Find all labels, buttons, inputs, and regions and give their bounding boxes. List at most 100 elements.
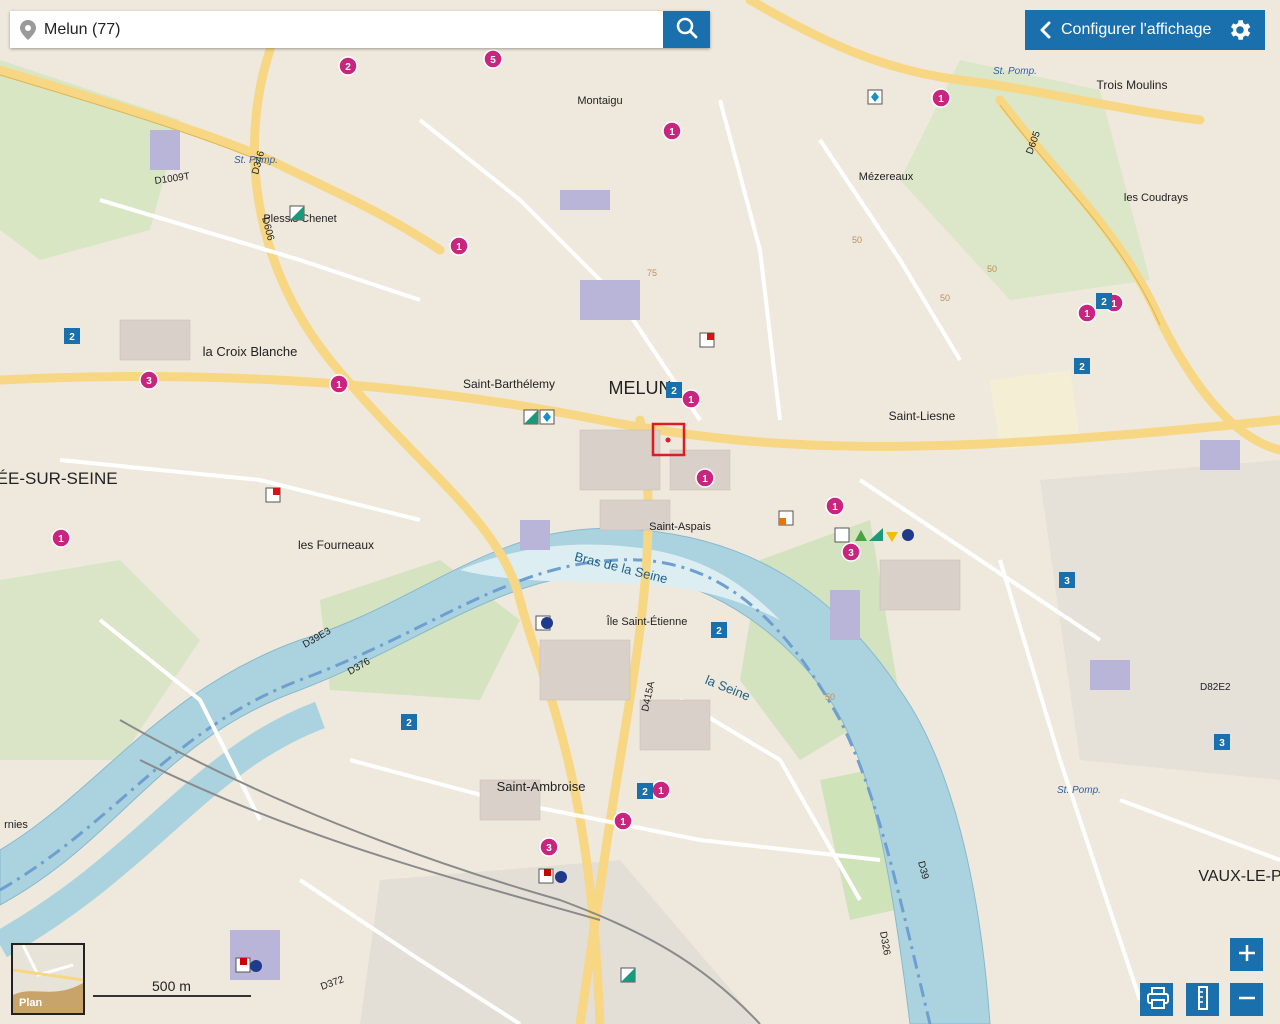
poi-marker[interactable]: 3 xyxy=(841,542,861,562)
place-label: les Coudrays xyxy=(1124,192,1189,204)
poi-square-marker[interactable]: 2 xyxy=(1074,358,1090,374)
gear-icon xyxy=(1231,20,1251,40)
poi-marker[interactable]: 3 xyxy=(139,370,159,390)
svg-text:2: 2 xyxy=(1101,297,1107,308)
configure-display-button[interactable]: Configurer l'affichage xyxy=(1025,10,1265,50)
industrial-area xyxy=(1040,460,1280,780)
search-button[interactable] xyxy=(663,11,710,48)
svg-text:1: 1 xyxy=(1084,309,1090,320)
poi-marker[interactable]: 1 xyxy=(662,121,682,141)
zoom-in-button[interactable] xyxy=(1230,938,1263,971)
svg-text:50: 50 xyxy=(940,293,950,303)
map-canvas[interactable]: MELUN Saint-Barthélemy la Croix Blanche … xyxy=(0,0,1280,1024)
location-pin-icon xyxy=(20,20,36,40)
zoom-out-button[interactable] xyxy=(1230,983,1263,1016)
poi-marker[interactable]: 1 xyxy=(613,811,633,831)
poi-marker[interactable]: 1 xyxy=(695,468,715,488)
svg-text:1: 1 xyxy=(938,94,944,105)
poi-marker[interactable]: 1 xyxy=(1077,303,1097,323)
poi-square-marker[interactable]: 3 xyxy=(1214,734,1230,750)
search-input[interactable] xyxy=(40,11,668,48)
svg-text:2: 2 xyxy=(345,62,351,73)
service-icon-cluster[interactable] xyxy=(867,89,883,105)
svg-text:2: 2 xyxy=(642,787,648,798)
printer-icon xyxy=(1147,987,1169,1009)
ruler-icon xyxy=(1197,986,1208,1010)
svg-text:2: 2 xyxy=(69,332,75,343)
svg-text:1: 1 xyxy=(620,817,626,828)
poi-marker[interactable]: 1 xyxy=(825,496,845,516)
service-icon-cluster[interactable] xyxy=(265,487,281,503)
svg-text:1: 1 xyxy=(658,786,664,797)
poi-marker[interactable]: 1 xyxy=(931,88,951,108)
service-icon-cluster[interactable] xyxy=(778,510,794,526)
scale-bar xyxy=(93,995,251,997)
svg-text:3: 3 xyxy=(146,376,152,387)
poi-square-marker[interactable]: 3 xyxy=(1059,572,1075,588)
transit-stop-label: St. Pomp. xyxy=(993,66,1037,77)
svg-text:1: 1 xyxy=(456,242,462,253)
configure-display-label: Configurer l'affichage xyxy=(1061,21,1212,38)
service-icon-cluster[interactable] xyxy=(289,205,305,221)
service-icon-cluster[interactable] xyxy=(620,967,636,983)
minus-icon xyxy=(1238,996,1255,1000)
svg-text:3: 3 xyxy=(1064,576,1070,587)
place-label-melun: MELUN xyxy=(608,378,671,398)
svg-text:1: 1 xyxy=(832,502,838,513)
poi-square-marker[interactable]: 2 xyxy=(64,328,80,344)
road-label: D82E2 xyxy=(1200,682,1231,693)
poi-marker[interactable]: 1 xyxy=(449,236,469,256)
search-bar xyxy=(10,11,710,48)
svg-text:2: 2 xyxy=(716,626,722,637)
poi-marker[interactable]: 1 xyxy=(51,528,71,548)
svg-text:1: 1 xyxy=(669,127,675,138)
search-icon xyxy=(676,17,697,39)
svg-text:1: 1 xyxy=(58,534,64,545)
service-icon-cluster[interactable] xyxy=(699,332,715,348)
poi-marker[interactable]: 1 xyxy=(681,389,701,409)
basemap-switcher[interactable]: Plan xyxy=(11,943,85,1015)
chevron-left-icon xyxy=(1040,21,1051,39)
svg-text:3: 3 xyxy=(848,548,854,559)
svg-text:50: 50 xyxy=(852,235,862,245)
place-label: VAUX-LE-P xyxy=(1198,868,1280,885)
service-icon-cluster[interactable] xyxy=(535,615,553,631)
basemap-label: Plan xyxy=(19,997,43,1009)
svg-text:2: 2 xyxy=(1079,362,1085,373)
place-label: Mézereaux xyxy=(859,171,914,183)
svg-text:3: 3 xyxy=(1219,738,1225,749)
svg-text:50: 50 xyxy=(825,692,835,702)
place-label: Saint-Aspais xyxy=(649,521,711,533)
measure-button[interactable] xyxy=(1186,983,1219,1016)
poi-marker[interactable]: 3 xyxy=(539,837,559,857)
svg-text:1: 1 xyxy=(336,380,342,391)
poi-square-marker[interactable]: 2 xyxy=(637,783,653,799)
poi-square-marker[interactable]: 2 xyxy=(666,382,682,398)
svg-text:50: 50 xyxy=(987,264,997,274)
svg-text:2: 2 xyxy=(406,718,412,729)
svg-text:3: 3 xyxy=(546,843,552,854)
plus-icon xyxy=(1238,945,1255,961)
location-dot xyxy=(665,437,671,443)
scale-label: 500 m xyxy=(152,978,191,994)
svg-text:75: 75 xyxy=(647,268,657,278)
svg-text:5: 5 xyxy=(490,55,496,66)
poi-square-marker[interactable]: 2 xyxy=(1096,293,1112,309)
place-label: rnies xyxy=(4,819,28,831)
place-label: É MÉE-SUR-SEINE xyxy=(0,469,118,488)
poi-marker[interactable]: 5 xyxy=(483,49,503,69)
poi-marker[interactable]: 1 xyxy=(329,374,349,394)
svg-text:1: 1 xyxy=(1111,299,1117,310)
place-label: les Fourneaux xyxy=(298,538,374,552)
poi-square-marker[interactable]: 2 xyxy=(401,714,417,730)
transit-stop-label: St. Pomp. xyxy=(234,155,278,166)
poi-square-marker[interactable]: 2 xyxy=(711,622,727,638)
poi-marker[interactable]: 2 xyxy=(338,56,358,76)
place-label: la Croix Blanche xyxy=(203,344,298,359)
print-button[interactable] xyxy=(1140,983,1173,1016)
place-label: Île Saint-Étienne xyxy=(606,615,688,628)
place-label: Saint-Barthélemy xyxy=(463,377,555,391)
svg-text:1: 1 xyxy=(688,395,694,406)
place-label: Trois Moulins xyxy=(1097,78,1168,92)
poi-marker[interactable]: 1 xyxy=(651,780,671,800)
